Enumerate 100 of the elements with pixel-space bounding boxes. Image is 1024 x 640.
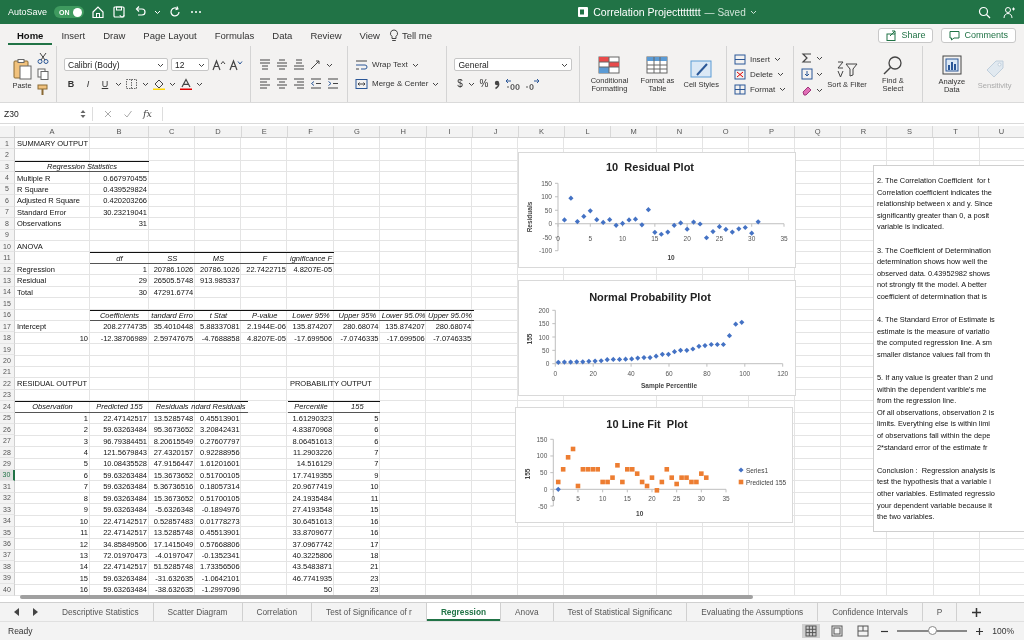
chart-title: Normal Probability Plot (589, 291, 711, 303)
name-box[interactable]: Z30 (4, 106, 93, 121)
save-icon[interactable] (111, 5, 126, 19)
page-break-icon (857, 625, 870, 637)
cell-styles-icon (689, 58, 714, 79)
document-icon (577, 6, 590, 18)
person-icon[interactable] (1003, 5, 1016, 19)
clipboard-icon (11, 57, 33, 80)
data-point (561, 217, 568, 223)
scrollbar[interactable] (20, 595, 753, 599)
delete-button[interactable]: Delete (733, 67, 787, 81)
caret-icon (196, 80, 203, 87)
font-size-field[interactable]: 12 (171, 58, 209, 71)
caret-icon (142, 80, 149, 87)
underline-button[interactable]: U (98, 77, 112, 90)
data-point (664, 467, 670, 472)
ribbon-tab[interactable]: Draw (94, 25, 135, 45)
grow-font-icon[interactable] (212, 58, 226, 71)
data-point (654, 488, 660, 493)
data-point (560, 467, 566, 472)
search-icon[interactable] (978, 5, 991, 19)
caret-icon (816, 55, 824, 61)
check-icon[interactable] (123, 108, 133, 119)
data-point (565, 455, 571, 460)
add-sheet-icon[interactable] (971, 606, 983, 618)
previous-sheet-icon[interactable] (12, 607, 22, 617)
y-axis (549, 438, 554, 507)
insert-rows-icon (733, 53, 746, 65)
data-point (615, 463, 620, 468)
caret-icon (749, 9, 757, 15)
italic-button[interactable]: I (81, 77, 95, 90)
wrap-icon (355, 58, 368, 71)
percent-button[interactable]: % (478, 77, 490, 90)
orientation-icon[interactable] (309, 58, 323, 71)
ribbon-tab[interactable]: Data (263, 25, 302, 45)
lightbulb-icon (388, 28, 399, 42)
indent-increase-icon[interactable] (326, 77, 340, 90)
slider-thumb[interactable] (927, 626, 937, 635)
autosave-label: AutoSave (8, 7, 48, 17)
comment-icon (949, 29, 961, 41)
legend-marker (738, 467, 744, 473)
copy-icon[interactable] (37, 68, 49, 80)
normal-view-button[interactable] (802, 624, 821, 638)
caret-icon (779, 86, 787, 92)
chart-title: 10 Line Fit Plot (606, 418, 688, 430)
caret-icon (157, 61, 164, 68)
normal-view-icon (805, 625, 818, 637)
caret-icon (777, 71, 785, 77)
font-name-field[interactable]: Calibri (Body) (64, 58, 168, 71)
caret-icon (773, 56, 781, 62)
page-layout-icon (831, 625, 844, 637)
indent-decrease-icon[interactable] (309, 77, 323, 90)
currency-button[interactable]: $ (454, 77, 466, 90)
ribbon-tab[interactable]: Formulas (205, 25, 264, 45)
chart-title: 10 Residual Plot (606, 161, 694, 173)
caret-icon (326, 61, 333, 68)
shrink-font-icon[interactable] (229, 58, 243, 71)
borders-icon[interactable] (125, 77, 139, 90)
paintbrush-icon[interactable] (37, 84, 49, 96)
data-point (568, 195, 574, 201)
ribbon-tab[interactable]: Page Layout (134, 25, 206, 45)
home-icon[interactable] (90, 5, 105, 19)
caret-icon (169, 80, 176, 87)
wrap-text-button[interactable]: Wrap Text (355, 58, 419, 71)
y-axis (554, 182, 559, 252)
insert-button[interactable]: Insert (733, 52, 787, 66)
zoom-level: 100% (992, 626, 1014, 636)
ribbon-tab[interactable]: Review (301, 25, 351, 45)
tell-me-button[interactable]: Tell me (398, 25, 442, 45)
redo-icon[interactable] (167, 5, 182, 19)
ribbon-tab[interactable]: Insert (52, 25, 95, 45)
sum-icon[interactable] (801, 52, 814, 64)
delete-rows-icon (733, 68, 746, 80)
next-sheet-icon[interactable] (30, 607, 40, 617)
legend-marker (738, 479, 744, 485)
decrease-decimal-icon[interactable] (524, 77, 541, 90)
table-highlight-icon (597, 54, 622, 75)
fill-down-icon[interactable] (801, 68, 814, 80)
merge-center-button[interactable]: Merge & Center (355, 77, 440, 90)
eraser-icon[interactable] (801, 84, 814, 96)
caret-icon (816, 87, 824, 93)
increase-decimal-icon[interactable] (505, 77, 522, 90)
save-status: — Saved (704, 6, 746, 18)
bold-button[interactable]: B (64, 77, 78, 90)
table-icon (645, 54, 670, 75)
data-point (620, 479, 625, 485)
share-icon (886, 29, 898, 41)
format-button[interactable]: Format (733, 82, 787, 96)
ribbon-tab[interactable]: View (350, 25, 389, 45)
ribbon-tab[interactable]: Home (8, 25, 53, 45)
font-color-icon[interactable] (179, 77, 193, 90)
comments-button[interactable]: Comments (941, 27, 1016, 43)
function-button[interactable]: fx (143, 108, 152, 119)
zoom-in-icon[interactable] (975, 626, 985, 636)
fill-color-icon[interactable] (152, 77, 166, 90)
number-format-field[interactable]: General (454, 58, 573, 71)
sheet-tab[interactable]: Regression (426, 603, 502, 621)
scissors-icon[interactable] (37, 52, 49, 64)
share-button[interactable]: Share (878, 27, 934, 43)
caret-icon (198, 61, 205, 68)
